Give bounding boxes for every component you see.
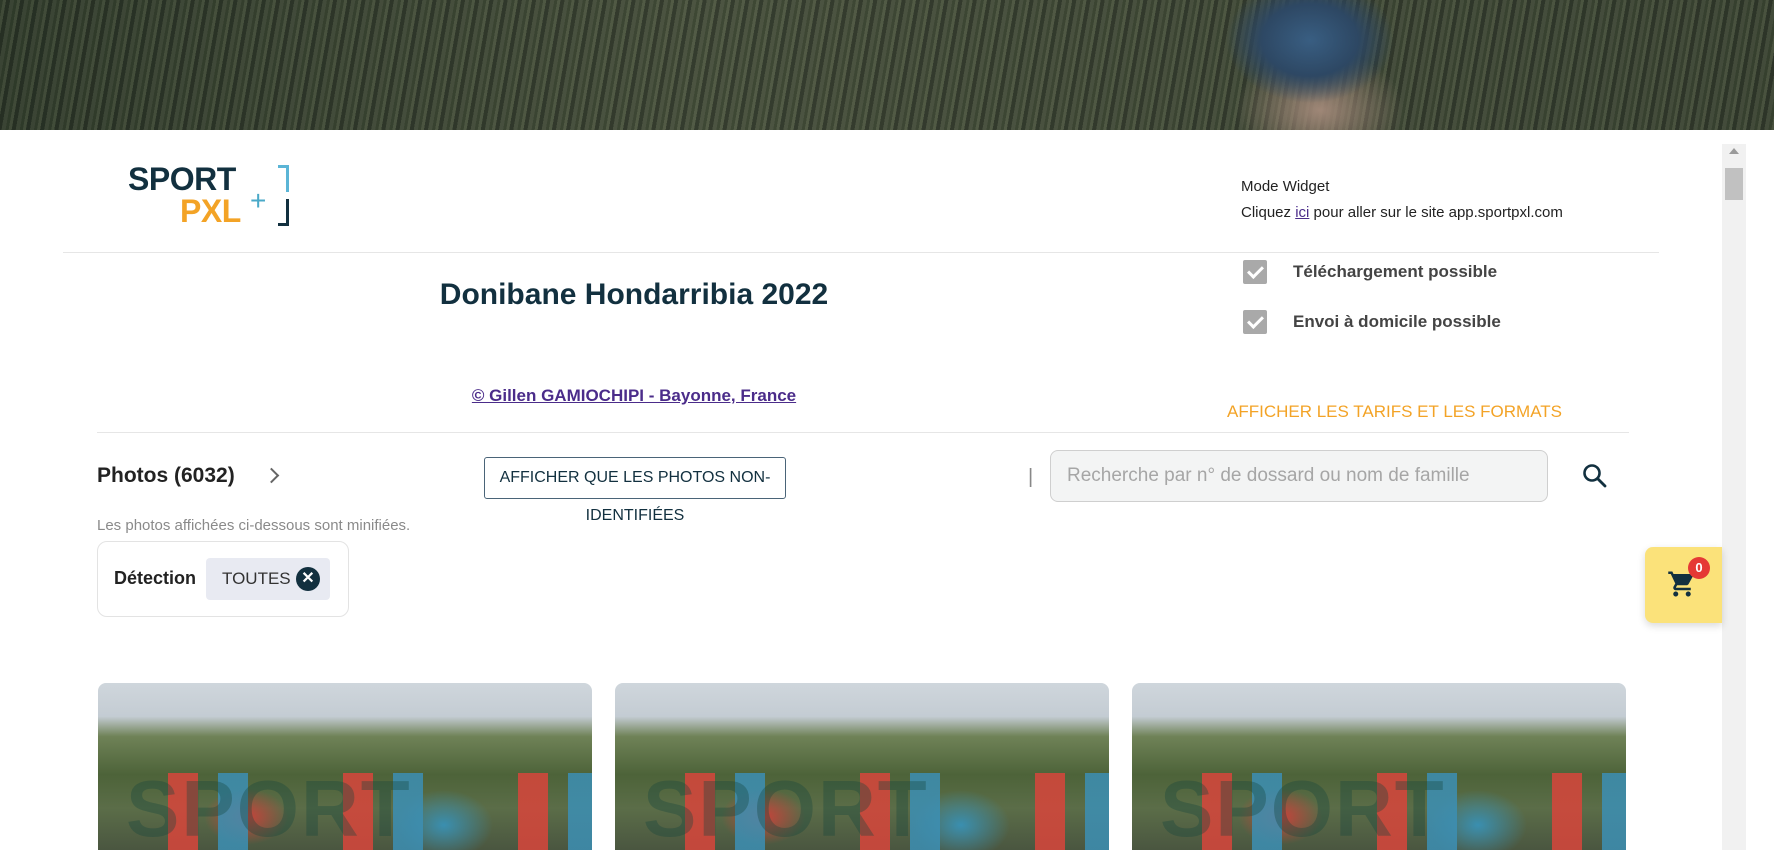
photo-watermark: SPORT	[1160, 764, 1446, 850]
checkbox-delivery-icon	[1243, 310, 1267, 334]
logo-text-sport: SPORT	[128, 161, 236, 197]
scroll-up-arrow-icon[interactable]	[1729, 148, 1739, 154]
mode-prefix: Cliquez	[1241, 204, 1296, 221]
photographer-credit-link[interactable]: © Gillen GAMIOCHIPI - Bayonne, France	[399, 386, 869, 406]
widget-header: SPORT PXL + Mode Widget Cliquez ici pour…	[63, 130, 1659, 253]
event-title: Donibane Hondarribia 2022	[439, 278, 829, 311]
close-icon[interactable]: ✕	[296, 567, 320, 591]
chevron-right-icon[interactable]	[263, 467, 280, 484]
hero-banner-image	[0, 0, 1774, 130]
mode-title: Mode Widget	[1241, 178, 1330, 195]
logo-bracket-top	[278, 165, 289, 192]
mode-link-ici[interactable]: ici	[1295, 204, 1309, 221]
detection-label: Détection	[114, 568, 197, 588]
sportpxl-logo[interactable]: SPORT PXL +	[128, 163, 298, 227]
feature-delivery-label: Envoi à domicile possible	[1293, 312, 1501, 331]
photo-thumbnail[interactable]: SPORT	[98, 683, 592, 850]
photo-watermark: SPORT	[126, 764, 412, 850]
cart-count-badge: 0	[1688, 557, 1710, 579]
photo-watermark: SPORT	[643, 764, 929, 850]
scrollbar[interactable]	[1722, 144, 1746, 850]
widget-mode-notice: Mode Widget Cliquez ici pour aller sur l…	[1241, 174, 1563, 226]
detection-chip-label: TOUTES	[222, 569, 291, 588]
separator-pipe: |	[1028, 466, 1034, 488]
search-input[interactable]	[1050, 450, 1548, 502]
widget-panel: SPORT PXL + Mode Widget Cliquez ici pour…	[63, 130, 1759, 850]
logo-text-pxl: PXL	[180, 193, 241, 229]
checkbox-download-icon	[1243, 260, 1267, 284]
divider	[97, 432, 1629, 433]
feature-download-label: Téléchargement possible	[1293, 262, 1498, 281]
photo-thumbnail[interactable]: SPORT	[1132, 683, 1626, 850]
show-non-identified-button[interactable]: AFFICHER QUE LES PHOTOS NON-IDENTIFIÉES	[484, 457, 786, 524]
mode-line: Cliquez ici pour aller sur le site app.s…	[1241, 200, 1563, 226]
logo-plus-icon: +	[250, 185, 267, 216]
logo-bracket-bottom	[278, 199, 289, 226]
cart-button[interactable]: 0	[1645, 547, 1722, 623]
search-icon[interactable]	[1582, 463, 1608, 489]
photos-count-title: Photos (6032)	[97, 464, 235, 487]
photo-thumbnail[interactable]: SPORT	[615, 683, 1109, 850]
scroll-thumb[interactable]	[1725, 168, 1743, 200]
minified-note: Les photos affichées ci-dessous sont min…	[97, 517, 411, 534]
mode-suffix: pour aller sur le site app.sportpxl.com	[1309, 204, 1563, 221]
show-prices-link[interactable]: AFFICHER LES TARIFS ET LES FORMATS	[1227, 402, 1562, 422]
detection-filter-box: Détection TOUTES ✕	[97, 541, 349, 617]
detection-chip-toutes[interactable]: TOUTES ✕	[206, 558, 330, 600]
